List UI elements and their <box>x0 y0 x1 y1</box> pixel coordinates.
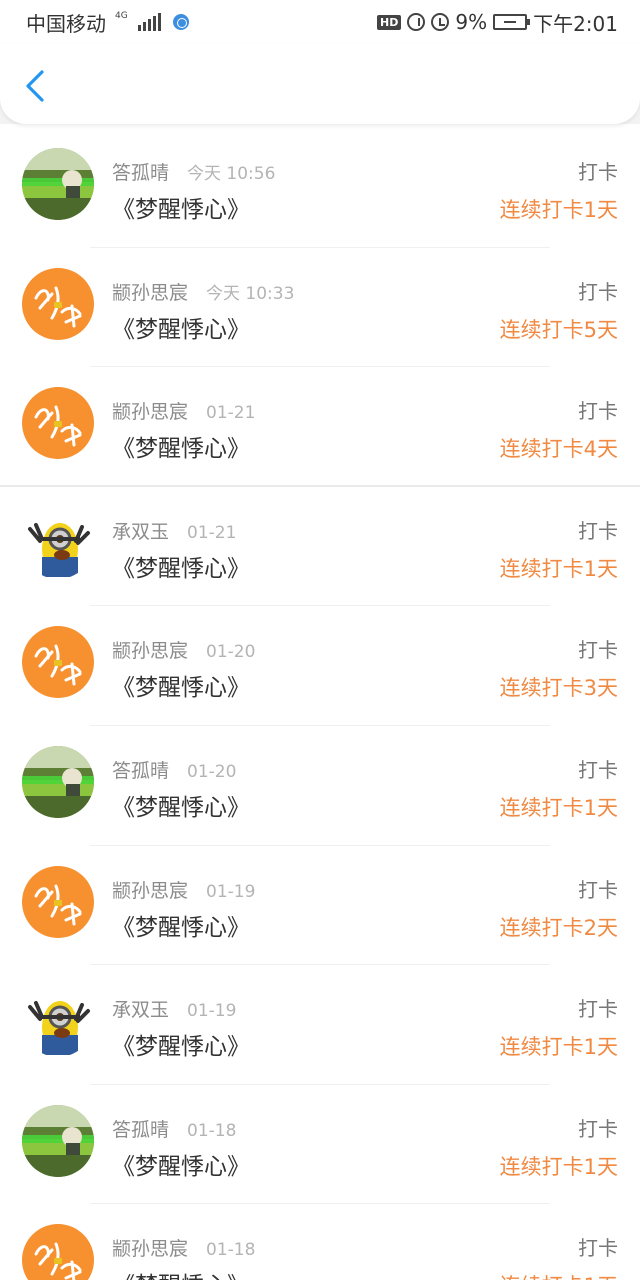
checkin-row[interactable]: 颛孙思宸 01-21 《梦醒悸心》 打卡连续打卡4天 <box>0 367 640 487</box>
user-name: 承双玉 <box>112 999 170 1022</box>
avatar[interactable] <box>22 148 94 220</box>
row-meta: 承双玉 01-19 <box>112 995 236 1022</box>
streak-label: 连续打卡3天 <box>499 676 618 701</box>
battery-percent: 9% <box>455 10 488 34</box>
book-title: 《梦醒悸心》 <box>112 555 250 582</box>
checkin-label: 打卡 <box>578 160 618 184</box>
book-title: 《梦醒悸心》 <box>112 1034 250 1061</box>
checkin-label: 打卡 <box>578 1116 618 1141</box>
row-meta: 承双玉 01-21 <box>112 517 236 544</box>
checkin-row[interactable]: 承双玉 01-21 《梦醒悸心》 打卡连续打卡1天 <box>0 487 640 607</box>
checkin-time: 今天 10:33 <box>206 283 295 304</box>
row-meta: 答孤晴 今天 10:56 <box>112 158 275 185</box>
checkin-row[interactable]: 答孤晴 01-20 《梦醒悸心》 打卡连续打卡1天 <box>0 726 640 846</box>
row-meta: 颛孙思宸 01-19 <box>112 876 255 903</box>
user-name: 颛孙思宸 <box>112 401 189 424</box>
checkin-row[interactable]: 颛孙思宸 01-19 《梦醒悸心》 打卡连续打卡2天 <box>0 846 640 966</box>
network-type: 4G <box>115 10 128 21</box>
avatar[interactable] <box>22 506 94 579</box>
row-meta: 颛孙思宸 01-20 <box>112 636 255 663</box>
checkin-row[interactable]: 承双玉 01-19 《梦醒悸心》 打卡连续打卡1天 <box>0 965 640 1085</box>
user-name: 承双玉 <box>112 520 170 543</box>
battery-icon <box>493 14 531 30</box>
checkin-label: 打卡 <box>578 877 618 902</box>
user-name: 颛孙思宸 <box>112 879 189 902</box>
nav-bar <box>0 44 640 124</box>
book-title: 《梦醒悸心》 <box>112 794 250 821</box>
user-name: 颛孙思宸 <box>112 1238 189 1261</box>
checkin-time: 01-18 <box>187 1120 237 1141</box>
checkin-row[interactable]: 颛孙思宸 01-20 《梦醒悸心》 打卡连续打卡3天 <box>0 606 640 726</box>
checkin-label: 打卡 <box>578 399 618 424</box>
clock: 下午2:01 <box>533 11 618 36</box>
user-name: 答孤晴 <box>112 759 170 782</box>
row-meta: 颛孙思宸 01-18 <box>112 1234 255 1261</box>
chevron-left-icon <box>26 70 44 102</box>
checkin-label: 打卡 <box>578 279 618 304</box>
streak-label: 连续打卡1天 <box>499 1154 618 1179</box>
user-name: 答孤晴 <box>112 1118 170 1141</box>
globe-icon <box>172 14 189 30</box>
book-title: 《梦醒悸心》 <box>112 436 250 463</box>
user-name: 颛孙思宸 <box>112 640 189 663</box>
checkin-label: 打卡 <box>578 638 618 663</box>
checkin-time: 01-19 <box>187 1001 237 1022</box>
streak-label: 连续打卡1天 <box>499 198 618 222</box>
status-right: HD 9% 下午2:01 <box>377 8 618 37</box>
checkin-time: 01-20 <box>187 761 237 782</box>
status-bar: 中国移动 4G HD 9% 下午2:01 <box>0 0 640 44</box>
checkin-row[interactable]: 答孤晴 今天 10:56 《梦醒悸心》 打卡连续打卡1天 <box>0 128 640 248</box>
back-button[interactable] <box>22 68 50 104</box>
book-title: 《梦醒悸心》 <box>112 1153 250 1180</box>
checkin-label: 打卡 <box>578 518 618 543</box>
checkin-time: 01-18 <box>206 1240 256 1261</box>
checkin-list: 答孤晴 今天 10:56 《梦醒悸心》 打卡 连续打卡1天 颛孙思宸 今天 10:33 《梦… <box>0 124 640 1280</box>
streak-label: 连续打卡5天 <box>499 317 618 342</box>
checkin-row[interactable]: 答孤晴 01-18 《梦醒悸心》 打卡连续打卡1天 <box>0 1085 640 1205</box>
user-name: 颛孙思宸 <box>112 281 189 304</box>
row-meta: 答孤晴 01-18 <box>112 1115 236 1142</box>
streak-label: 连续打卡4天 <box>499 437 618 462</box>
book-title: 《梦醒悸心》 <box>112 1266 250 1280</box>
avatar[interactable] <box>22 745 94 818</box>
checkin-time: 01-21 <box>206 403 256 424</box>
book-title: 《梦醒悸心》 <box>112 914 250 941</box>
checkin-label: 打卡 <box>578 1236 618 1261</box>
signal-icon <box>137 13 161 31</box>
status-left: 中国移动 4G <box>26 8 189 37</box>
book-title: 《梦醒悸心》 <box>112 316 250 343</box>
alarm-icon <box>431 13 450 31</box>
checkin-label: 打卡 <box>578 757 618 782</box>
checkin-time: 01-21 <box>187 522 237 543</box>
streak-label: 连续打卡1天 <box>499 795 618 820</box>
avatar[interactable] <box>22 1104 94 1177</box>
row-meta: 答孤晴 01-20 <box>112 756 236 783</box>
streak-label: 连续打卡1天 <box>499 556 618 581</box>
checkin-row[interactable]: 颛孙思宸 01-18 《梦醒悸心》 打卡连续打卡1天 <box>0 1204 640 1280</box>
avatar[interactable] <box>22 267 94 340</box>
book-title: 《梦醒悸心》 <box>112 197 250 223</box>
streak-label: 连续打卡1天 <box>500 1270 618 1280</box>
checkin-label: 打卡 <box>578 997 618 1022</box>
avatar[interactable] <box>22 865 94 938</box>
avatar[interactable] <box>22 985 94 1058</box>
hd-icon: HD <box>377 14 402 30</box>
checkin-row[interactable]: 颛孙思宸 今天 10:33 《梦醒悸心》 打卡连续打卡5天 <box>0 248 640 368</box>
streak-label: 连续打卡2天 <box>499 915 618 940</box>
checkin-time: 01-19 <box>206 881 256 902</box>
data-icon <box>407 13 426 31</box>
avatar[interactable] <box>22 1224 94 1280</box>
checkin-time: 今天 10:56 <box>187 164 276 184</box>
avatar[interactable] <box>22 626 94 699</box>
row-meta: 颛孙思宸 今天 10:33 <box>112 278 294 305</box>
book-title: 《梦醒悸心》 <box>112 675 250 702</box>
avatar[interactable] <box>22 387 94 460</box>
user-name: 答孤晴 <box>112 162 170 184</box>
row-meta: 颛孙思宸 01-21 <box>112 397 255 424</box>
streak-label: 连续打卡1天 <box>499 1035 618 1060</box>
checkin-time: 01-20 <box>206 642 256 663</box>
carrier-name: 中国移动 <box>26 11 106 36</box>
